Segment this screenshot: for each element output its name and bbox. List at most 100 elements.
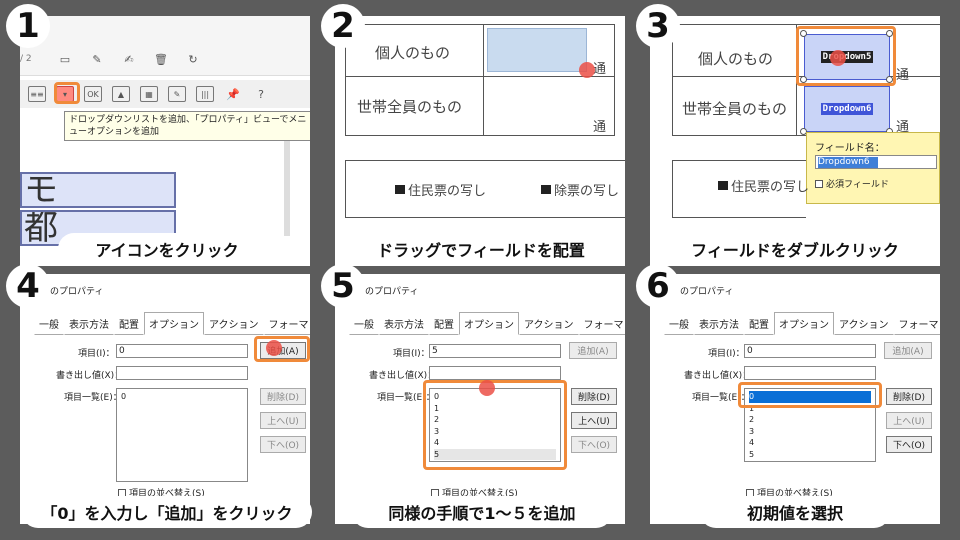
checkbox-icon[interactable] [815, 179, 823, 188]
listbox-icon[interactable]: ≡≡ [28, 86, 46, 102]
checkbox-icon[interactable] [395, 185, 405, 194]
tab-appearance[interactable]: 表示方法 [64, 312, 114, 335]
step-caption-3: フィールドをダブルクリック [656, 233, 934, 265]
edit-field-icon[interactable]: ✎ [168, 86, 186, 102]
tab-format[interactable]: フォーマット [263, 312, 310, 335]
panel-step-2: 個人のもの 世帯全員のもの 通 通 住民票の写し 除票の写し [335, 16, 625, 266]
list-item[interactable]: 2 [749, 414, 871, 426]
new-dropdown-field[interactable] [487, 28, 587, 72]
tab-general[interactable]: 一般 [34, 312, 64, 335]
export-label: 書き出し値(X)： [684, 371, 752, 381]
cursor-marker [579, 62, 595, 78]
export-input[interactable] [744, 366, 876, 380]
tab-options[interactable]: オプション [144, 312, 204, 335]
tab-position[interactable]: 配置 [429, 312, 459, 335]
tab-actions[interactable]: アクション [204, 312, 264, 335]
up-button[interactable]: 上へ(U) [886, 412, 932, 429]
option-resident: 住民票の写し [395, 180, 486, 199]
up-button[interactable]: 上へ(U) [260, 412, 306, 429]
panel-step-6: ウンのプロパティ 一般 表示方法 配置 オプション アクション フォーマット 検… [650, 274, 940, 524]
field-name-label: フィールド名： [815, 143, 885, 154]
step-number-4: 4 [6, 264, 50, 308]
down-button[interactable]: 下へ(O) [260, 436, 306, 453]
pin-icon[interactable]: 📌 [224, 86, 242, 102]
step-number-3: 3 [636, 4, 680, 48]
item-label: 項目(I)： [78, 349, 115, 359]
export-input[interactable] [116, 366, 248, 380]
help-icon[interactable]: ? [252, 86, 270, 102]
tab-actions[interactable]: アクション [519, 312, 579, 335]
down-button[interactable]: 下へ(O) [886, 436, 932, 453]
cursor-marker [830, 50, 846, 66]
item-input[interactable]: 5 [429, 344, 561, 358]
up-button[interactable]: 上へ(U) [571, 412, 617, 429]
sign-icon[interactable]: ✍ [120, 51, 138, 67]
tab-appearance[interactable]: 表示方法 [379, 312, 429, 335]
delete-button[interactable]: 削除(D) [260, 388, 306, 405]
step-caption-4: 「0」を入力し「追加」をクリック [22, 496, 312, 528]
tab-actions[interactable]: アクション [834, 312, 894, 335]
tab-format[interactable]: フォーマット [578, 312, 625, 335]
tab-options[interactable]: オプション [459, 312, 519, 335]
dialog-tabs: 一般 表示方法 配置 オプション アクション フォーマット 検証 [34, 312, 310, 335]
row-divider [345, 76, 615, 77]
step-number-1: 1 [6, 4, 50, 48]
redo-icon[interactable]: ↻ [184, 51, 202, 67]
comment-icon[interactable]: ▭ [56, 51, 74, 67]
delete-button[interactable]: 削除(D) [886, 388, 932, 405]
list-item[interactable]: 3 [749, 426, 871, 438]
unit-label-2: 通 [593, 120, 607, 135]
export-input[interactable] [429, 366, 561, 380]
highlight-listbox [423, 380, 567, 470]
field-name-input[interactable]: Dropdown6 [815, 155, 937, 169]
delete-button[interactable]: 削除(D) [571, 388, 617, 405]
list-item[interactable]: 4 [749, 437, 871, 449]
tab-position[interactable]: 配置 [114, 312, 144, 335]
col-divider [483, 24, 484, 136]
panel-step-4: ウンのプロパティ 一般 表示方法 配置 オプション アクション フォーマット 検… [20, 274, 310, 524]
trash-icon[interactable]: 🗑 [152, 51, 170, 67]
dropdown6-label: Dropdown6 [820, 103, 874, 115]
row-label-individual: 個人のもの [375, 44, 451, 62]
tab-position[interactable]: 配置 [744, 312, 774, 335]
item-input[interactable]: 0 [116, 344, 248, 358]
panel-step-1: / 2 ▭ ✎ ✍ 🗑 ↻ ≡≡ ▾ OK ▲ ▦ ✎ ||| 📌 ? ドロップ… [20, 16, 310, 266]
cursor-marker [479, 380, 495, 396]
add-button[interactable]: 追加(A) [884, 342, 932, 359]
row-label-household: 世帯全員のもの [357, 98, 463, 116]
highlight-dropdown5 [796, 26, 896, 86]
list-item[interactable]: 5 [749, 449, 871, 461]
tab-format[interactable]: フォーマット [893, 312, 940, 335]
row-label-household: 世帯全員のもの [682, 100, 788, 118]
form-field-top: モ [20, 172, 176, 208]
checkbox-icon[interactable] [718, 181, 728, 190]
required-label: 必須フィールド [826, 180, 889, 190]
ok-button-icon[interactable]: OK [84, 86, 102, 102]
item-label: 項目(I)： [393, 349, 430, 359]
dropdown6-field[interactable]: Dropdown6 [804, 86, 890, 132]
option-resident-label: 住民票の写し [731, 180, 810, 195]
date-icon[interactable]: ▦ [140, 86, 158, 102]
option-removed: 除票の写し [541, 180, 619, 199]
item-listbox[interactable]: 0 [116, 388, 248, 482]
required-checkbox-row[interactable]: 必須フィールド [815, 177, 889, 190]
tab-general[interactable]: 一般 [664, 312, 694, 335]
checkbox-icon[interactable] [541, 185, 551, 194]
list-item[interactable]: 0 [121, 391, 243, 403]
image-icon[interactable]: ▲ [112, 86, 130, 102]
down-button[interactable]: 下へ(O) [571, 436, 617, 453]
step-caption-5: 同様の手順で1〜５を追加 [352, 496, 612, 528]
dialog-tabs: 一般 表示方法 配置 オプション アクション フォーマット 検証 [349, 312, 625, 335]
panel-step-3: 個人のもの 世帯全員のもの 通 通 Dropdown5 Dropdown6 フィ… [650, 16, 940, 266]
page-indicator: / 2 [20, 54, 32, 64]
tab-general[interactable]: 一般 [349, 312, 379, 335]
item-input[interactable]: 0 [744, 344, 876, 358]
add-button[interactable]: 追加(A) [569, 342, 617, 359]
barcode-icon[interactable]: ||| [196, 86, 214, 102]
tab-options[interactable]: オプション [774, 312, 834, 335]
pen-icon[interactable]: ✎ [88, 51, 106, 67]
highlight-dropdown-tool [54, 82, 80, 104]
tab-appearance[interactable]: 表示方法 [694, 312, 744, 335]
unit-label-1: 通 [593, 62, 607, 77]
toolbar-row-1: / 2 ▭ ✎ ✍ 🗑 ↻ [20, 44, 310, 74]
